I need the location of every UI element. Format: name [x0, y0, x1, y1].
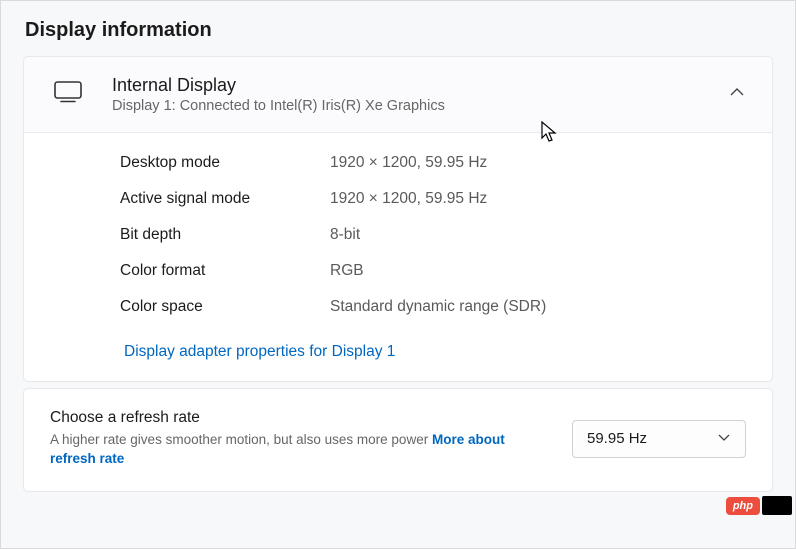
- property-row: Active signal mode 1920 × 1200, 59.95 Hz: [24, 181, 772, 217]
- display-header-text: Internal Display Display 1: Connected to…: [112, 75, 728, 114]
- section-title: Display information: [1, 1, 795, 56]
- monitor-icon: [54, 81, 82, 108]
- refresh-rate-title: Choose a refresh rate: [50, 409, 552, 427]
- property-row: Desktop mode 1920 × 1200, 59.95 Hz: [24, 145, 772, 181]
- property-row: Color space Standard dynamic range (SDR): [24, 289, 772, 325]
- property-value: RGB: [330, 262, 364, 280]
- adapter-properties-link[interactable]: Display adapter properties for Display 1: [124, 343, 395, 360]
- property-value: 1920 × 1200, 59.95 Hz: [330, 190, 487, 208]
- chevron-down-icon: [717, 430, 731, 448]
- adapter-link-row: Display adapter properties for Display 1: [24, 331, 772, 381]
- display-title: Internal Display: [112, 75, 728, 96]
- refresh-rate-description: A higher rate gives smoother motion, but…: [50, 431, 530, 469]
- chevron-up-icon: [728, 83, 746, 106]
- property-value: 1920 × 1200, 59.95 Hz: [330, 154, 487, 172]
- watermark: php: [726, 496, 792, 515]
- property-value: 8-bit: [330, 226, 360, 244]
- property-row: Color format RGB: [24, 253, 772, 289]
- property-label: Active signal mode: [120, 190, 330, 208]
- refresh-rate-card: Choose a refresh rate A higher rate give…: [23, 388, 773, 492]
- display-info-card: Internal Display Display 1: Connected to…: [23, 56, 773, 382]
- display-subtitle: Display 1: Connected to Intel(R) Iris(R)…: [112, 98, 728, 114]
- property-label: Bit depth: [120, 226, 330, 244]
- property-label: Color format: [120, 262, 330, 280]
- watermark-black: [762, 496, 792, 515]
- watermark-badge: php: [726, 497, 760, 515]
- refresh-rate-selected: 59.95 Hz: [587, 430, 647, 447]
- property-value: Standard dynamic range (SDR): [330, 298, 546, 316]
- refresh-rate-text: Choose a refresh rate A higher rate give…: [50, 409, 552, 469]
- property-label: Desktop mode: [120, 154, 330, 172]
- refresh-rate-dropdown[interactable]: 59.95 Hz: [572, 420, 746, 458]
- property-row: Bit depth 8-bit: [24, 217, 772, 253]
- display-properties: Desktop mode 1920 × 1200, 59.95 Hz Activ…: [24, 133, 772, 331]
- refresh-description-text: A higher rate gives smoother motion, but…: [50, 432, 432, 447]
- display-card-header[interactable]: Internal Display Display 1: Connected to…: [24, 57, 772, 133]
- property-label: Color space: [120, 298, 330, 316]
